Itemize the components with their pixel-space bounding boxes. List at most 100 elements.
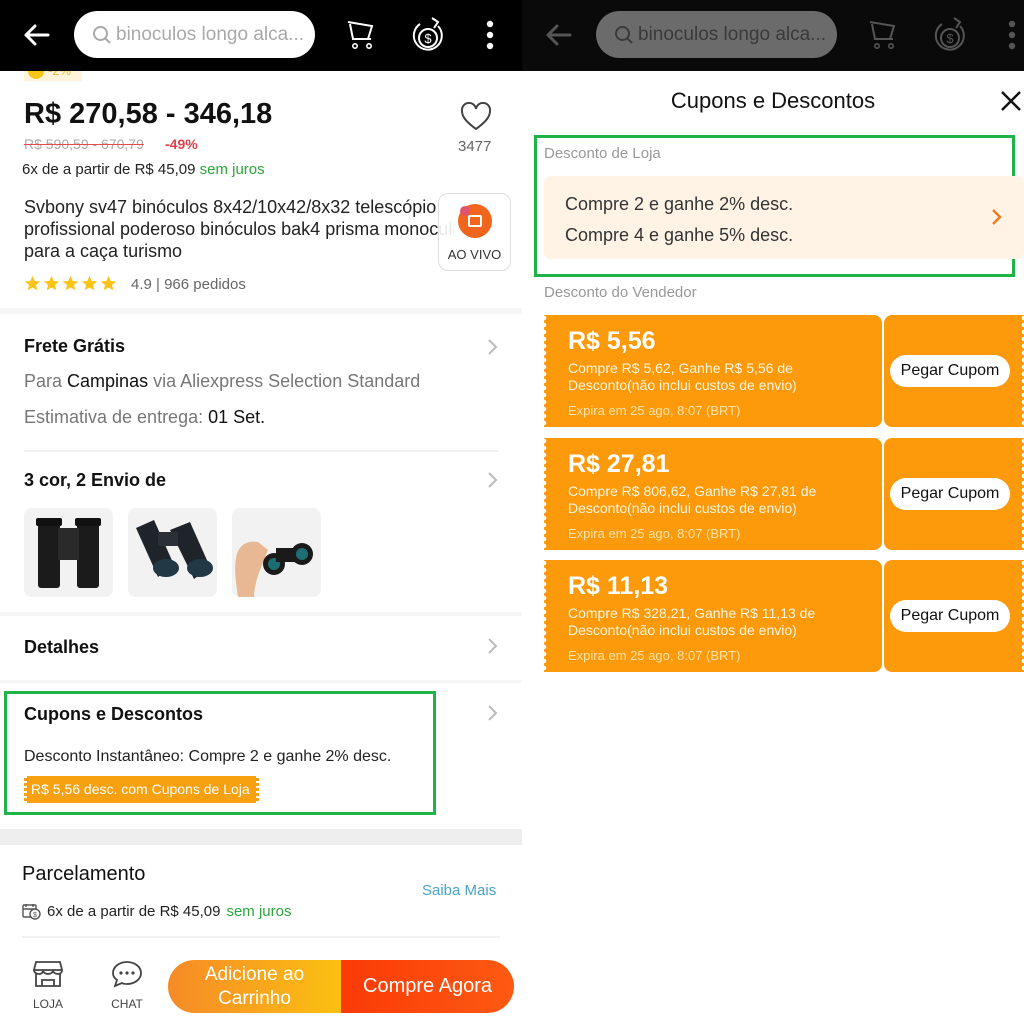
top-bar: binoculos longo alca... $	[0, 0, 522, 71]
section-divider	[24, 450, 498, 452]
store-discount-tier: Compre 4 e ganhe 5% desc.	[565, 225, 794, 245]
chat-label: CHAT	[111, 997, 143, 1011]
store-tab[interactable]: LOJA	[23, 960, 73, 1011]
store-coupon-tag[interactable]: R$ 5,56 desc. com Cupons de Loja	[24, 776, 259, 803]
binoculars-in-hand-image	[235, 541, 313, 597]
binoculars-angled-image	[136, 520, 213, 579]
no-interest-text: sem juros	[199, 161, 265, 178]
store-icon	[32, 961, 64, 987]
original-price: R$ 590,59 - 670,79	[24, 136, 144, 152]
top-bar-dimmed: binoculos longo alca... $	[522, 0, 1024, 71]
installments-info: $ 6x de a partir de R$ 45,09 sem juros	[22, 903, 291, 920]
get-coupon-button[interactable]: Pegar Cupom	[890, 478, 1010, 510]
store-discount-card[interactable]: Compre 2 e ganhe 2% desc. Compre 4 e gan…	[544, 176, 1024, 259]
section-divider	[0, 612, 522, 616]
section-gap	[0, 829, 522, 845]
coupon-body: R$ 5,56 Compre R$ 5,62, Ganhe R$ 5,56 de…	[544, 315, 882, 427]
coupon-expiry: Expira em 25 ago, 8:07 (BRT)	[568, 526, 741, 541]
coupons-sheet-screen: binoculos longo alca... $ Cupons e Desco…	[522, 0, 1024, 1020]
get-coupon-button[interactable]: Pegar Cupom	[890, 600, 1010, 632]
search-placeholder: binoculos longo alca...	[638, 23, 827, 45]
variant-thumbnail[interactable]	[24, 508, 113, 597]
chevron-right-icon[interactable]	[487, 704, 499, 722]
svg-text:$: $	[424, 31, 432, 46]
variant-thumbnails	[24, 508, 321, 597]
star-icon	[81, 275, 98, 291]
installment-text: 6x de a partir de R$ 45,09	[47, 903, 221, 920]
chevron-right-icon[interactable]	[487, 338, 499, 356]
more-vertical-icon	[1008, 20, 1016, 50]
chevron-right-icon[interactable]	[487, 471, 499, 489]
installments-title: Parcelamento	[22, 863, 146, 885]
discount-percent: -49%	[165, 136, 198, 152]
cart-icon	[869, 21, 896, 49]
installment-info: 6x de a partir de R$ 45,09 sem juros	[22, 161, 265, 178]
live-stream-button[interactable]: AO VIVO	[438, 193, 511, 271]
live-label: AO VIVO	[447, 247, 502, 262]
coupon-body: R$ 11,13 Compre R$ 328,21, Ganhe R$ 11,1…	[544, 560, 882, 672]
ship-city: Campinas	[67, 371, 149, 391]
title-line: profissional poderoso binóculos bak4 pri…	[24, 219, 454, 239]
coupon-expiry: Expira em 25 ago, 8:07 (BRT)	[568, 648, 741, 663]
ship-method: via Aliexpress Selection Standard	[153, 371, 421, 391]
seller-coupon: R$ 27,81 Compre R$ 806,62, Ganhe R$ 27,8…	[544, 438, 1024, 550]
product-page: binoculos longo alca... $ -2% R$ 270,58 …	[0, 0, 522, 1020]
buy-now-button[interactable]: Compre Agora	[341, 960, 514, 1013]
add-to-cart-label: Carrinho	[218, 988, 291, 1009]
section-divider	[0, 680, 522, 683]
star-icon	[62, 275, 79, 291]
shipping-title[interactable]: Frete Grátis	[24, 336, 125, 357]
store-label: LOJA	[32, 997, 63, 1011]
delivery-estimate: Estimativa de entrega: 01 Set.	[24, 407, 265, 428]
wishlist-heart-icon[interactable]	[460, 102, 492, 132]
variant-thumbnail[interactable]	[128, 508, 217, 597]
section-divider	[22, 936, 500, 938]
close-icon[interactable]	[1000, 90, 1022, 112]
variant-thumbnail[interactable]	[232, 508, 321, 597]
variants-title[interactable]: 3 cor, 2 Envio de	[24, 470, 166, 491]
more-vertical-icon[interactable]	[478, 18, 502, 52]
coupons-section-title[interactable]: Cupons e Descontos	[24, 704, 203, 725]
screen: binoculos longo alca... $ -2% R$ 270,58 …	[0, 0, 1024, 1020]
orders-count: 966 pedidos	[164, 276, 246, 293]
learn-more-link[interactable]: Saiba Mais	[422, 882, 496, 899]
star-rating	[24, 275, 117, 292]
share-money-icon[interactable]: $	[408, 14, 448, 54]
chevron-right-icon[interactable]	[487, 637, 499, 655]
coin-icon	[28, 71, 44, 79]
cart-icon[interactable]	[345, 16, 381, 52]
instant-discount-text: Desconto Instantâneo: Compre 2 e ganhe 2…	[24, 748, 392, 765]
coupon-amount: R$ 5,56	[568, 327, 656, 355]
calendar-money-icon: $	[22, 904, 41, 920]
seller-coupon: R$ 5,56 Compre R$ 5,62, Ganhe R$ 5,56 de…	[544, 315, 1024, 427]
chat-tab[interactable]: CHAT	[102, 960, 152, 1011]
add-to-cart-button[interactable]: Adicione ao Carrinho	[168, 960, 341, 1013]
installment-text: 6x de a partir de R$ 45,09	[22, 161, 196, 178]
search-input[interactable]: binoculos longo alca...	[74, 11, 315, 58]
no-interest-text: sem juros	[226, 903, 292, 920]
live-video-icon	[458, 204, 492, 238]
coupon-amount: R$ 27,81	[568, 450, 670, 478]
details-title[interactable]: Detalhes	[24, 637, 99, 658]
back-arrow-icon	[546, 24, 572, 46]
estimate-label: Estimativa de entrega:	[24, 407, 204, 427]
star-icon	[43, 275, 60, 291]
rating-summary: 4.9 | 966 pedidos	[131, 276, 246, 293]
back-arrow-icon[interactable]	[22, 20, 52, 50]
star-icon	[100, 275, 117, 291]
share-money-icon: $	[934, 17, 965, 51]
shipping-destination: Para Campinas via Aliexpress Selection S…	[24, 371, 420, 392]
chat-icon	[112, 961, 142, 988]
coin-badge-text: -2%	[48, 71, 71, 78]
product-price: R$ 270,58 - 346,18	[24, 98, 273, 130]
chevron-right-icon	[992, 209, 1002, 225]
search-placeholder: binoculos longo alca...	[116, 23, 305, 45]
add-to-cart-label: Adicione ao	[204, 964, 305, 985]
store-discount-tier: Compre 2 e ganhe 2% desc.	[565, 194, 794, 214]
star-icon	[24, 275, 41, 291]
coupon-stub: Pegar Cupom	[884, 438, 1024, 550]
svg-text:$: $	[33, 912, 37, 919]
get-coupon-button[interactable]: Pegar Cupom	[890, 355, 1010, 387]
wishlist-count: 3477	[458, 138, 492, 155]
seller-discount-label: Desconto do Vendedor	[544, 284, 697, 301]
